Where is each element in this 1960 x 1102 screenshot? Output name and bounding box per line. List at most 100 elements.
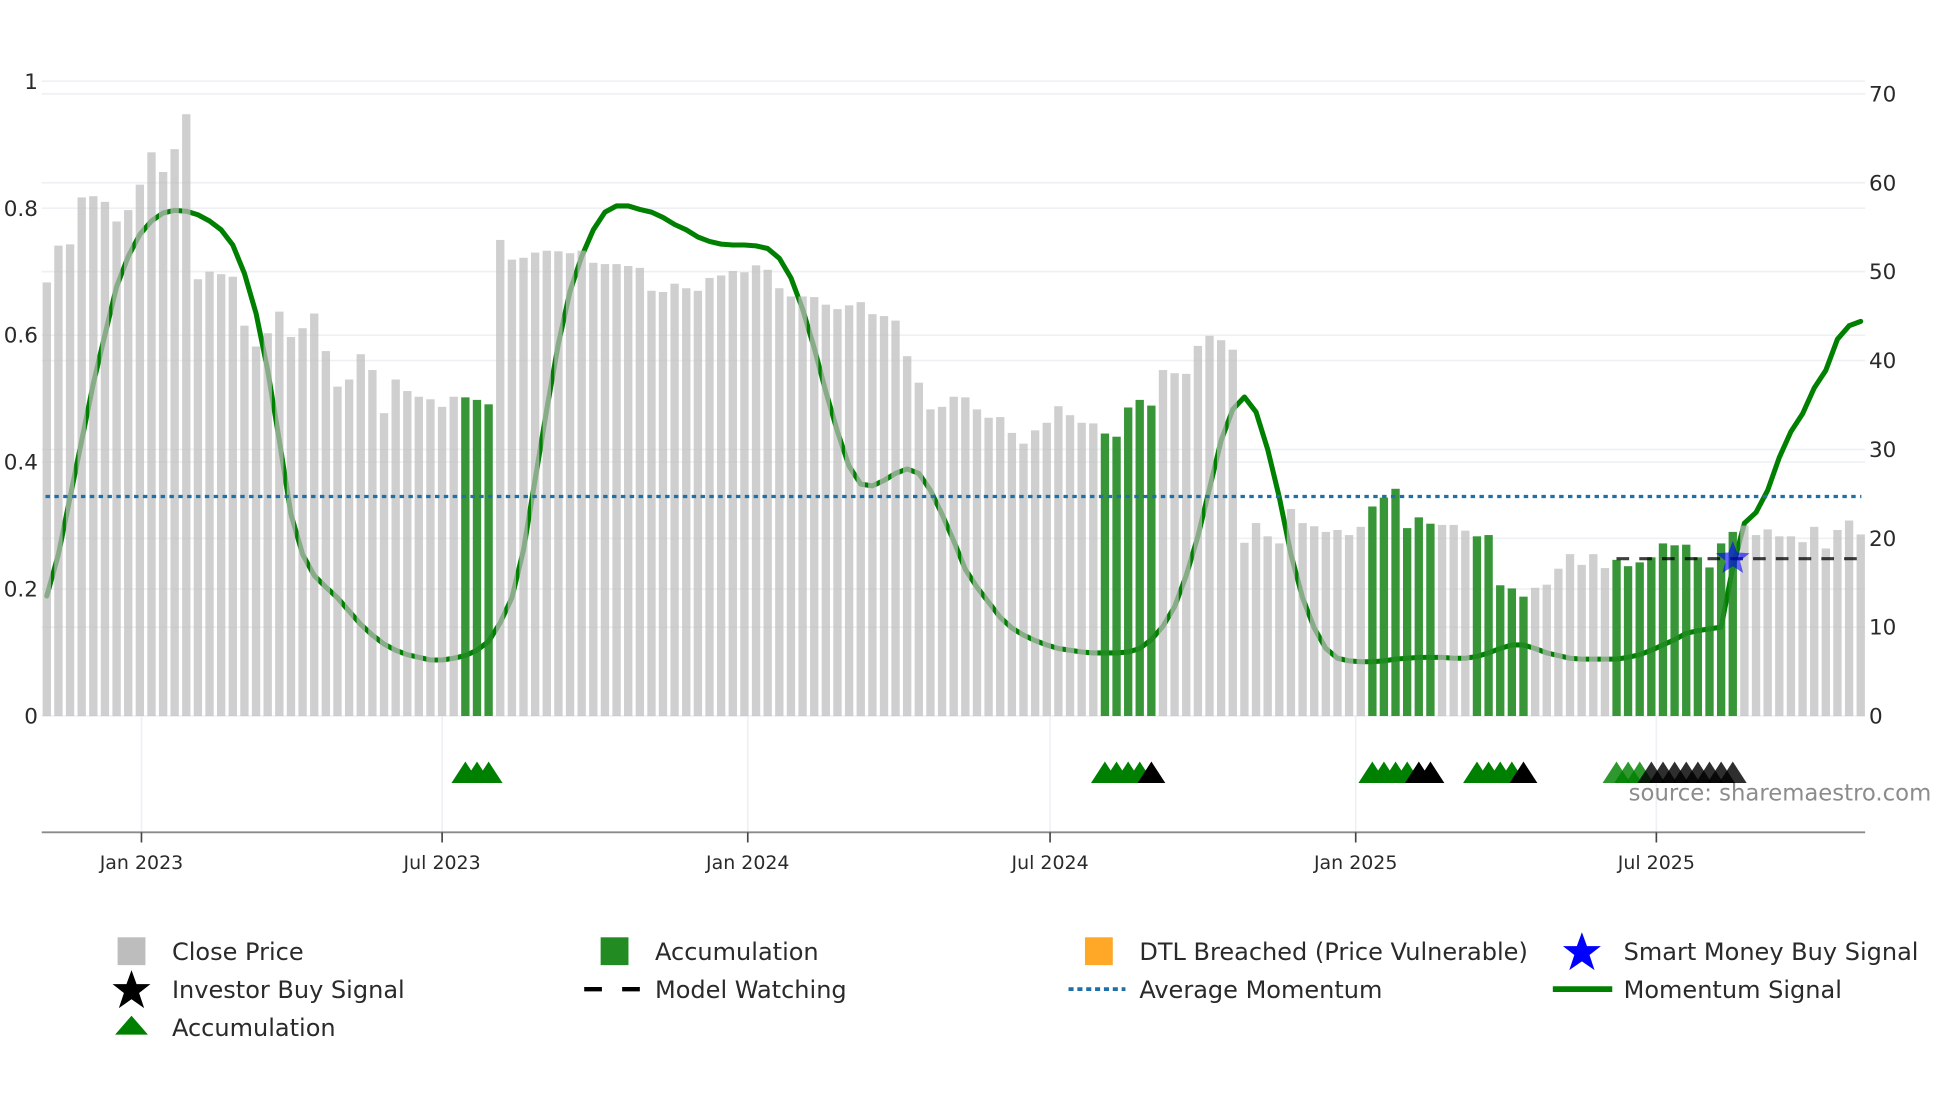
close-price-bar — [1833, 530, 1842, 717]
close-price-bar — [565, 253, 575, 717]
legend-item-accumulation-triangle[interactable]: Accumulation — [115, 1014, 336, 1042]
right-tick-label: 0 — [1869, 705, 1883, 730]
close-price-bar — [670, 283, 679, 717]
close-price-bar — [251, 346, 261, 717]
accumulation-bar — [1612, 559, 1621, 717]
close-price-bar — [403, 391, 412, 717]
close-price-bar — [77, 197, 86, 717]
close-price-bar — [1589, 554, 1598, 717]
accumulation-bar — [1414, 517, 1423, 717]
close-price-bar — [1054, 406, 1063, 717]
legend-item-model-watching[interactable]: Model Watching — [584, 976, 847, 1004]
close-price-bar — [275, 311, 284, 717]
close-price-bar — [1356, 526, 1365, 717]
close-price-bar — [530, 252, 540, 717]
accumulation-bar — [1100, 433, 1110, 717]
close-price-bar — [1530, 587, 1540, 717]
close-price-bar — [1158, 370, 1168, 717]
close-price-bar — [170, 149, 179, 717]
legend-item-smart-money[interactable]: Smart Money Buy Signal — [1562, 932, 1919, 971]
x-tick-label: Jan 2024 — [705, 852, 789, 874]
legend-item-close-price[interactable]: Close Price — [117, 937, 304, 966]
close-price-bar — [449, 396, 458, 717]
close-price-bar — [1089, 423, 1098, 717]
close-price-bar — [879, 316, 889, 717]
close-price-bar — [1600, 568, 1610, 717]
green-square-icon — [600, 937, 629, 966]
right-tick-label: 50 — [1869, 260, 1896, 285]
close-price-bar — [1193, 345, 1203, 717]
close-price-bar — [391, 379, 400, 717]
close-price-bar — [635, 267, 645, 717]
legend-item-investor-buy[interactable]: Investor Buy Signal — [112, 970, 405, 1009]
accumulation-bar — [1402, 528, 1412, 717]
close-price-bar — [112, 221, 121, 717]
right-axis-ticks: 0 10 20 30 40 50 60 70 — [1869, 82, 1896, 729]
x-tick-label: Jul 2025 — [1617, 852, 1695, 874]
close-price-bar — [751, 265, 761, 717]
right-tick-label: 30 — [1869, 438, 1896, 463]
legend-label: Momentum Signal — [1624, 976, 1842, 1004]
left-tick-label: 0.2 — [4, 578, 38, 603]
close-price-bar — [1554, 568, 1563, 717]
accumulation-bar — [484, 404, 493, 717]
black-star-icon — [112, 970, 151, 1009]
close-price-bar — [1333, 530, 1342, 717]
accumulation-bar — [1647, 557, 1656, 717]
close-price-bar — [1228, 349, 1237, 717]
close-price-bar — [1170, 373, 1179, 717]
accumulation-bar — [1135, 399, 1144, 717]
legend-item-dtl-breached[interactable]: DTL Breached (Price Vulnerable) — [1084, 937, 1528, 966]
legend: Close Price Accumulation DTL Breached (P… — [112, 932, 1919, 1042]
close-price-bar — [647, 290, 656, 717]
close-price-bar — [147, 152, 156, 717]
orange-square-icon — [1084, 937, 1113, 966]
close-price-bar — [740, 272, 749, 717]
close-price-bar — [1275, 543, 1284, 717]
left-axis-ticks: 0 0.2 0.4 0.6 0.8 1 — [4, 70, 38, 730]
close-price-bar — [89, 196, 98, 717]
accumulation-bar — [461, 397, 470, 717]
accumulation-bar — [1368, 506, 1377, 717]
close-price-bar — [600, 264, 610, 717]
close-price-bar — [135, 184, 145, 717]
legend-label: Average Momentum — [1139, 976, 1382, 1004]
close-price-bar — [624, 265, 633, 717]
close-price-bar — [1449, 524, 1458, 717]
close-price-bar — [1310, 526, 1319, 717]
accumulation-bar — [1124, 407, 1133, 717]
close-price-bar — [937, 406, 947, 717]
close-price-bar — [612, 264, 621, 717]
close-price-bar — [728, 271, 737, 717]
close-price-bar — [437, 406, 447, 717]
close-price-bar — [65, 244, 75, 717]
x-tick-label: Jan 2023 — [99, 852, 183, 874]
legend-item-accumulation-bar[interactable]: Accumulation — [600, 937, 819, 966]
left-tick-label: 0.8 — [4, 197, 38, 222]
close-price-bar — [298, 328, 307, 717]
legend-item-momentum-signal[interactable]: Momentum Signal — [1552, 976, 1842, 1004]
accumulation-bar — [1391, 488, 1400, 717]
close-price-bar — [1042, 422, 1051, 717]
left-tick-label: 1 — [24, 70, 38, 95]
close-price-bar — [414, 396, 423, 717]
close-price-bar — [1775, 536, 1784, 717]
close-price-bar — [844, 305, 854, 717]
close-price-bar — [868, 314, 877, 717]
legend-item-average-momentum[interactable]: Average Momentum — [1068, 976, 1383, 1004]
close-price-bar — [1751, 535, 1761, 717]
close-price-bar — [902, 356, 912, 717]
close-price-bar — [42, 282, 51, 717]
right-tick-label: 40 — [1869, 349, 1896, 374]
legend-label: Investor Buy Signal — [172, 976, 405, 1004]
close-price-bar — [368, 370, 377, 717]
close-price-bar — [914, 382, 923, 717]
accumulation-bar — [1670, 545, 1679, 717]
close-price-bar — [949, 396, 958, 717]
close-price-bar — [205, 271, 214, 717]
close-price-bar — [1298, 523, 1307, 717]
close-price-bar — [1251, 523, 1261, 717]
close-price-bar — [658, 292, 668, 717]
close-price-bar — [972, 409, 982, 717]
x-tick-label: Jul 2024 — [1011, 852, 1089, 874]
